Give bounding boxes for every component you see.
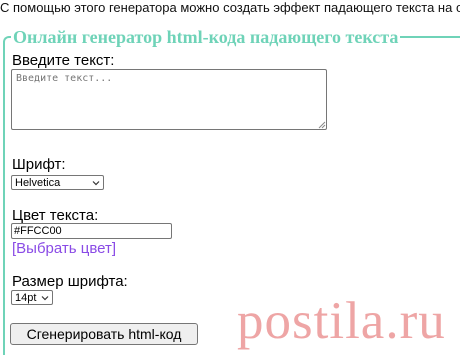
text-label: Введите текст:: [12, 52, 115, 69]
intro-text: С помощью этого генератора можно создать…: [0, 0, 460, 15]
size-label: Размер шрифта:: [12, 273, 128, 290]
color-label: Цвет текста:: [12, 207, 99, 224]
color-input[interactable]: [11, 223, 172, 239]
font-label: Шрифт:: [12, 156, 66, 173]
generate-button[interactable]: Сгенерировать html-код: [10, 323, 198, 345]
generator-legend: Онлайн генератор html-кода падающего тек…: [13, 27, 399, 47]
text-input[interactable]: [11, 69, 327, 130]
chevron-down-icon: [41, 296, 49, 301]
size-select[interactable]: 14pt: [11, 290, 53, 305]
pick-color-link[interactable]: [Выбрать цвет]: [12, 240, 116, 257]
font-select[interactable]: Helvetica: [11, 175, 104, 190]
font-select-value: Helvetica: [15, 177, 61, 189]
size-select-value: 14pt: [15, 292, 37, 304]
chevron-down-icon: [92, 181, 100, 186]
